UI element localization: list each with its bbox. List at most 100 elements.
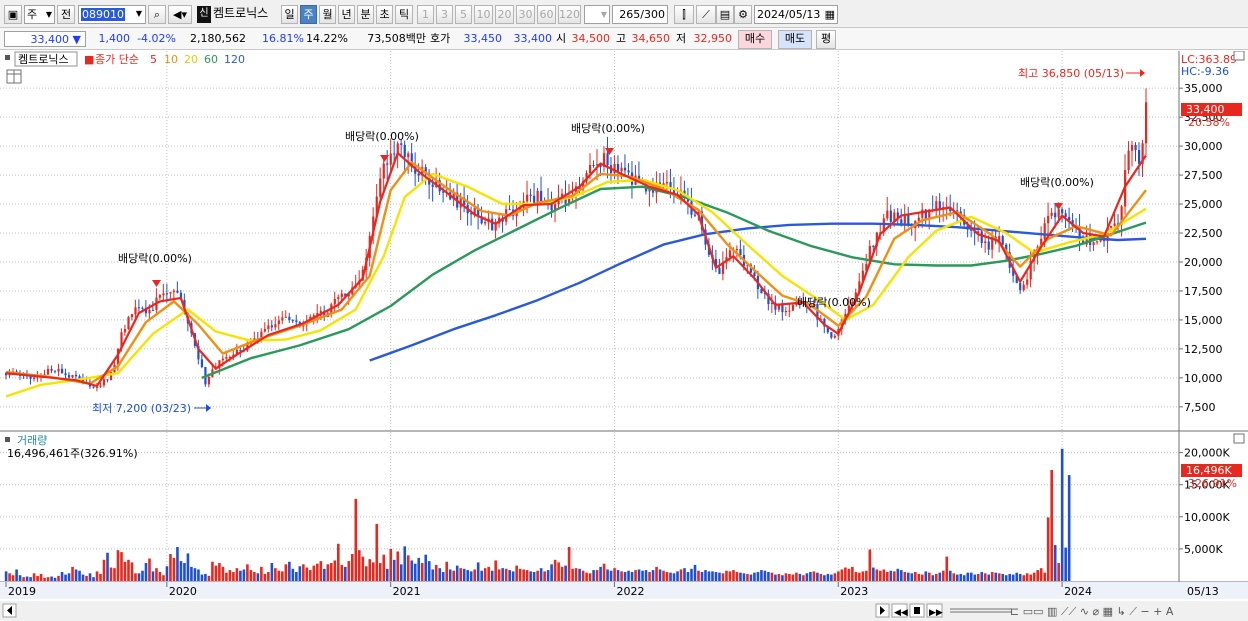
- volume-bar: [249, 570, 253, 581]
- candle-body: [1054, 212, 1057, 218]
- volume-bar: [347, 561, 351, 581]
- prev-button[interactable]: 전: [57, 5, 75, 24]
- volume-bar: [494, 560, 497, 581]
- candle-body: [274, 324, 277, 328]
- volume-bar: [281, 571, 284, 581]
- volume-bar: [120, 552, 123, 581]
- candle-body: [693, 214, 697, 216]
- volume-tick-label: 20,000K: [1184, 447, 1230, 460]
- volume-bar: [616, 570, 620, 581]
- close-panel-icon[interactable]: [1233, 51, 1245, 61]
- volume-bar: [893, 571, 896, 581]
- date-input[interactable]: 2024/05/13 ▦: [754, 5, 838, 24]
- volume-bar: [749, 574, 753, 581]
- candle-type-icon[interactable]: ⫿: [674, 5, 694, 24]
- period-select[interactable]: 주 ▼: [24, 5, 55, 24]
- interval-button-60[interactable]: 60: [537, 5, 556, 24]
- volume-bar: [441, 572, 445, 581]
- volume-bar: [927, 572, 931, 581]
- volume-bar: [732, 570, 735, 581]
- volume-bar: [546, 570, 550, 581]
- chart-window-icon[interactable]: ▣: [4, 5, 22, 24]
- volume-bar: [78, 570, 81, 581]
- volume-bar: [550, 564, 553, 581]
- speaker-icon[interactable]: ◀▾: [168, 5, 192, 24]
- volume-bar: [378, 563, 382, 581]
- interval-button-5[interactable]: 5: [455, 5, 472, 24]
- period-button-month[interactable]: 월: [319, 5, 336, 24]
- volume-bar: [630, 572, 634, 581]
- period-button-second[interactable]: 초: [376, 5, 393, 24]
- candle-body: [417, 173, 420, 176]
- volume-bar: [15, 569, 18, 581]
- candle-body: [536, 190, 539, 204]
- volume-bar: [697, 570, 700, 581]
- volume-bar: [1015, 572, 1019, 581]
- candle-body: [176, 290, 179, 293]
- candle-body: [151, 309, 155, 311]
- save-icon[interactable]: ▤: [716, 5, 734, 24]
- code-dropdown-icon[interactable]: ▼: [132, 5, 146, 24]
- count-input[interactable]: 265/300: [612, 5, 668, 24]
- stock-code-value: 089010: [81, 8, 125, 21]
- period-button-minute[interactable]: 분: [357, 5, 374, 24]
- volume-bar: [312, 565, 316, 581]
- volume-bar: [1043, 572, 1046, 581]
- legend-marker-icon: [5, 55, 10, 60]
- volume-bar: [1008, 573, 1012, 581]
- candle-body: [735, 249, 739, 251]
- volume-bar: [934, 573, 938, 581]
- volume-bar: [109, 567, 113, 581]
- gear-icon[interactable]: ⚙: [734, 5, 752, 24]
- volume-bar: [284, 564, 288, 581]
- candle-body: [665, 182, 669, 184]
- high-price: 34,650: [631, 32, 671, 45]
- volume-bar: [382, 554, 386, 581]
- dividend-marker-2023: 배당락(0.00%): [1020, 176, 1094, 189]
- line-tool-icon[interactable]: ⟋: [696, 5, 716, 24]
- interval-button-1[interactable]: 1: [417, 5, 434, 24]
- volume-bar: [158, 572, 162, 581]
- volume-bar: [497, 569, 501, 581]
- candle-body: [221, 358, 225, 361]
- tool-icons[interactable]: ⊏ ▭▭ ▥ ⟋⟋ ∿ ⌀ ▦ ↳ ⟋ − + A: [1010, 605, 1174, 618]
- search-icon[interactable]: ⌕: [148, 5, 166, 24]
- volume-bar: [228, 570, 232, 581]
- volume-bar: [595, 570, 599, 581]
- interval-button-120[interactable]: 120: [558, 5, 581, 24]
- price-tick-label: 15,000: [1184, 314, 1223, 327]
- volume-bar: [417, 557, 421, 581]
- volume-bar: [361, 556, 365, 581]
- interval-button-30[interactable]: 30: [516, 5, 535, 24]
- interval-button-20[interactable]: 20: [495, 5, 514, 24]
- calendar-icon[interactable]: ▦: [825, 6, 835, 23]
- candle-body: [987, 241, 990, 250]
- candle-body: [718, 267, 721, 274]
- interval-dropdown[interactable]: ▼: [584, 5, 610, 24]
- volume-bar: [721, 573, 725, 581]
- volume-bar: [683, 568, 686, 581]
- interval-button-10[interactable]: 10: [474, 5, 493, 24]
- candle-body: [508, 209, 511, 211]
- period-button-day[interactable]: 일: [281, 5, 298, 24]
- eval-button[interactable]: 평: [816, 30, 836, 49]
- interval-button-3[interactable]: 3: [436, 5, 453, 24]
- buy-button[interactable]: 매수: [738, 30, 772, 49]
- down-arrow-icon: ▼: [72, 33, 81, 46]
- legend-ma-5: 5: [150, 53, 157, 66]
- period-button-week[interactable]: 주: [300, 5, 317, 24]
- volume-bar: [973, 574, 977, 581]
- stock-chart[interactable]: 35,00032,50030,00027,50025,00022,50020,0…: [0, 51, 1248, 621]
- sell-button[interactable]: 매도: [778, 30, 812, 49]
- volume-bar: [46, 577, 50, 581]
- volume-bar: [232, 572, 235, 581]
- bid-price: 33,400: [513, 32, 553, 45]
- volume-bar: [763, 570, 767, 581]
- last-volume-pct: 326.91%: [1188, 477, 1237, 490]
- forward-icon: ▶▶: [929, 608, 943, 618]
- period-button-year[interactable]: 년: [338, 5, 355, 24]
- volume-bar: [1032, 572, 1036, 581]
- period-button-tick[interactable]: 틱: [395, 5, 413, 24]
- close-volume-panel-icon[interactable]: [1233, 433, 1245, 444]
- legend-stock-name: 켐트로닉스: [18, 53, 69, 66]
